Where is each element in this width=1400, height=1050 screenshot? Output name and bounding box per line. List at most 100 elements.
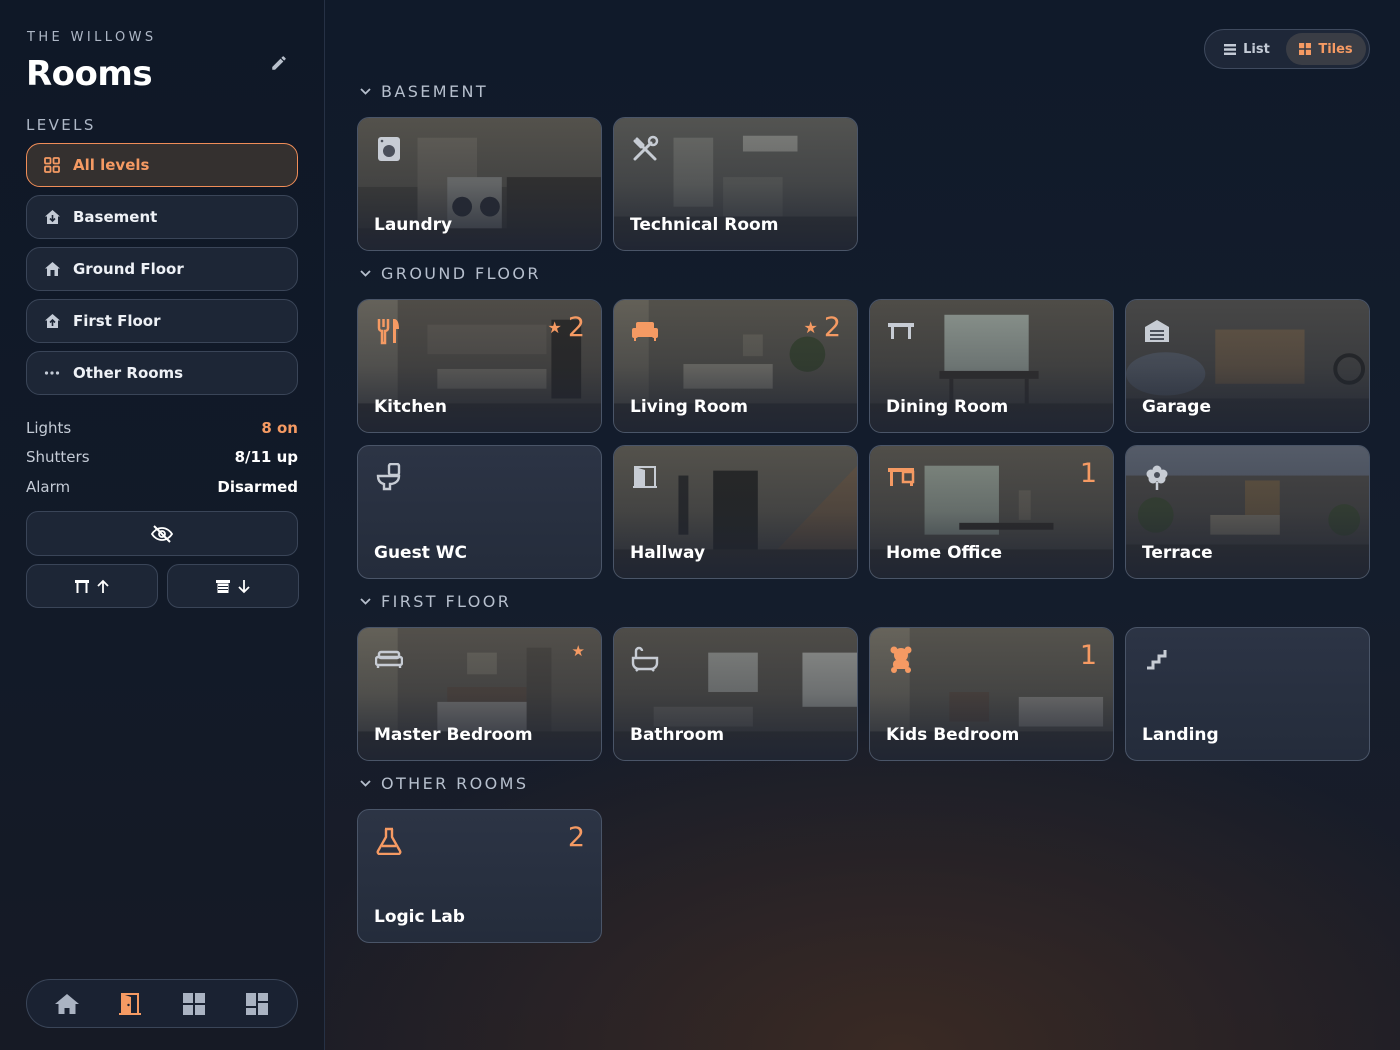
section-title: BASEMENT <box>381 82 489 101</box>
room-tile-living-room[interactable]: ★ 2 Living Room <box>613 299 858 433</box>
section-title: GROUND FLOOR <box>381 264 541 283</box>
sidebar: THE WILLOWS Rooms LEVELS All levels Base… <box>0 0 325 1050</box>
toilet-icon <box>374 462 404 492</box>
garage-icon <box>1142 316 1172 346</box>
favorite-star-icon: ★ <box>547 318 562 337</box>
room-tile-landing[interactable]: Landing <box>1125 627 1370 761</box>
grid-icon <box>182 992 205 1015</box>
level-label: All levels <box>73 156 150 174</box>
teddy-icon <box>886 644 916 674</box>
stat-label: Shutters <box>26 448 90 467</box>
washing-machine-icon <box>374 134 404 164</box>
level-basement[interactable]: Basement <box>26 195 298 239</box>
pencil-icon <box>272 56 286 70</box>
bed-icon <box>374 644 404 674</box>
levels-heading: LEVELS <box>26 116 96 134</box>
room-name: Home Office <box>886 543 1003 563</box>
section-first-floor[interactable]: FIRST FLOOR <box>360 592 511 611</box>
home-icon <box>54 993 79 1014</box>
section-ground-floor[interactable]: GROUND FLOOR <box>360 264 541 283</box>
room-tile-logic-lab[interactable]: 2 Logic Lab <box>357 809 602 943</box>
room-tile-hallway[interactable]: Hallway <box>613 445 858 579</box>
stat-value: 8/11 up <box>234 448 298 467</box>
shutters-down-button[interactable] <box>167 564 299 608</box>
section-other-rooms[interactable]: OTHER ROOMS <box>360 774 528 793</box>
room-tile-home-office[interactable]: 1 Home Office <box>869 445 1114 579</box>
room-name: Landing <box>1142 725 1219 745</box>
room-tile-kitchen[interactable]: ★ 2 Kitchen <box>357 299 602 433</box>
level-label: Other Rooms <box>73 364 184 382</box>
nav-dashboard[interactable] <box>237 984 277 1024</box>
level-other-rooms[interactable]: Other Rooms <box>26 351 298 395</box>
nav-scenes[interactable] <box>174 984 214 1024</box>
room-tile-terrace[interactable]: Terrace <box>1125 445 1370 579</box>
favorite-star-icon: ★ <box>571 642 585 660</box>
cutlery-icon <box>374 316 404 346</box>
page-title: Rooms <box>26 54 153 94</box>
room-tile-kids-bedroom[interactable]: 1 Kids Bedroom <box>869 627 1114 761</box>
shutters-up-button[interactable] <box>26 564 158 608</box>
room-tile-technical-room[interactable]: Technical Room <box>613 117 858 251</box>
stat-value: Disarmed <box>217 477 298 496</box>
shutter-icon <box>75 579 89 593</box>
active-count-value: 2 <box>567 822 585 853</box>
room-name: Guest WC <box>374 543 467 563</box>
active-count-value: 1 <box>1079 458 1097 489</box>
level-first-floor[interactable]: First Floor <box>26 299 298 343</box>
room-tile-master-bedroom[interactable]: ★ Master Bedroom <box>357 627 602 761</box>
house-icon <box>43 260 61 278</box>
room-name: Living Room <box>630 397 748 417</box>
room-tile-laundry[interactable]: Laundry <box>357 117 602 251</box>
list-view-label: List <box>1243 41 1270 57</box>
room-name: Hallway <box>630 543 706 563</box>
room-name: Bathroom <box>630 725 725 745</box>
level-ground-floor[interactable]: Ground Floor <box>26 247 298 291</box>
arrow-up-icon <box>97 579 109 593</box>
nav-rooms[interactable] <box>110 984 150 1024</box>
section-basement[interactable]: BASEMENT <box>360 82 488 101</box>
room-name: Laundry <box>374 215 453 235</box>
active-count: ★ 2 <box>547 312 585 343</box>
desk-icon <box>886 462 916 492</box>
status-summary: Lights 8 on Shutters 8/11 up Alarm Disar… <box>26 413 298 502</box>
tiles-icon <box>1299 43 1312 55</box>
nav-home[interactable] <box>47 984 87 1024</box>
stairs-icon <box>1142 644 1172 674</box>
active-count-value: 1 <box>1079 640 1097 671</box>
room-tile-bathroom[interactable]: Bathroom <box>613 627 858 761</box>
active-count-value: 2 <box>823 312 841 343</box>
level-label: Ground Floor <box>73 260 184 278</box>
room-tile-dining-room[interactable]: Dining Room <box>869 299 1114 433</box>
ellipsis-icon <box>43 364 61 382</box>
tiles-view-button[interactable]: Tiles <box>1286 33 1366 65</box>
grid-icon <box>43 156 61 174</box>
door-icon <box>119 992 142 1015</box>
house-up-icon <box>43 312 61 330</box>
room-name: Dining Room <box>886 397 1009 417</box>
tiles-view-label: Tiles <box>1318 41 1353 57</box>
chevron-down-icon <box>360 270 371 277</box>
home-name: THE WILLOWS <box>27 30 157 45</box>
stat-alarm: Alarm Disarmed <box>26 472 298 502</box>
edit-button[interactable] <box>266 50 292 76</box>
tools-icon <box>630 134 660 164</box>
room-name: Master Bedroom <box>374 725 533 745</box>
level-label: Basement <box>73 208 158 226</box>
alarm-toggle-button[interactable] <box>26 511 298 556</box>
room-name: Technical Room <box>630 215 779 235</box>
level-all-levels[interactable]: All levels <box>26 143 298 187</box>
list-view-button[interactable]: List <box>1208 33 1286 65</box>
room-name: Terrace <box>1142 543 1213 563</box>
room-tile-garage[interactable]: Garage <box>1125 299 1370 433</box>
room-name: Garage <box>1142 397 1211 417</box>
section-title: FIRST FLOOR <box>381 592 512 611</box>
room-tile-guest-wc[interactable]: Guest WC <box>357 445 602 579</box>
room-name: Logic Lab <box>374 907 465 927</box>
level-list: All levels Basement Ground Floor First F… <box>26 143 298 403</box>
stat-label: Alarm <box>26 477 71 496</box>
bathtub-icon <box>630 644 660 674</box>
room-name: Kids Bedroom <box>886 725 1020 745</box>
flower-icon <box>1142 462 1172 492</box>
arrow-down-icon <box>238 579 250 593</box>
active-count: 2 <box>568 822 585 853</box>
